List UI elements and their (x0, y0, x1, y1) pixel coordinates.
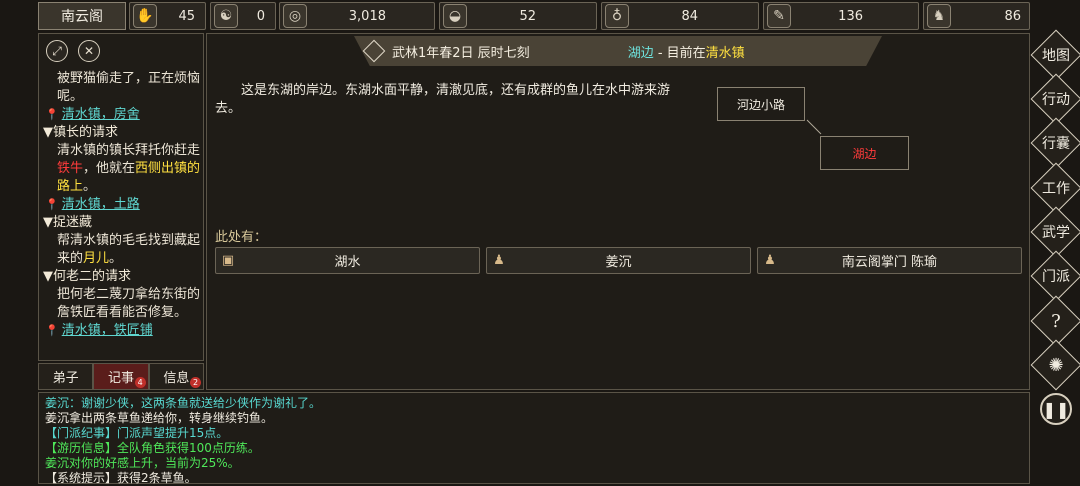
quest-title[interactable]: ▼何老二的请求 (43, 268, 203, 286)
stat-value: 86 (1004, 8, 1021, 24)
gear-icon[interactable]: ✺ (1038, 347, 1074, 383)
quest-body: 把何老二蔑刀拿给东街的詹铁匠看看能否修复。 (57, 287, 201, 320)
box-icon: ▣ (221, 253, 235, 268)
log-line: 【游历信息】全队角色获得100点历练。 (45, 441, 260, 455)
food-bowl-icon: ◒ (443, 4, 467, 28)
map-node-river-path[interactable]: 河边小路 (717, 87, 805, 121)
pause-icon[interactable]: ❚❚ (1040, 393, 1072, 425)
quest-target: 月儿 (83, 251, 110, 266)
tab-events[interactable]: 记事 4 (93, 363, 149, 390)
stat-value: 3,018 (348, 8, 386, 24)
stat-fame[interactable]: ✋ 45 (129, 2, 206, 30)
sect-name-button[interactable]: 南云阁 (38, 2, 126, 30)
quest-location[interactable]: 📍 清水镇，房舍 (43, 106, 203, 124)
expand-icon[interactable]: ⤢ (46, 40, 68, 62)
quest-text: ，他就在 (83, 161, 136, 176)
quest-list[interactable]: 被野猫偷走了，正在烦恼呢。 📍 清水镇，房舍 ▼镇长的请求 清水镇的镇长拜托你赶走… (43, 70, 203, 340)
stat-value: 45 (178, 8, 195, 24)
tab-label: 记事 (107, 371, 134, 386)
quest-text: 。 (83, 179, 97, 194)
close-icon[interactable]: ✕ (78, 40, 100, 62)
quest-location-link[interactable]: 清水镇，房舍 (62, 107, 140, 122)
quest-text: 帮清水镇的毛毛找到藏起来的 (57, 233, 201, 266)
scroll-icon: ✎ (767, 4, 791, 28)
stat-value: 0 (256, 8, 265, 24)
stat-karma[interactable]: ☯ 0 (210, 2, 276, 30)
log-line: 【系统提示】获得2条草鱼。 (45, 471, 197, 485)
main-scene-panel: 武林1年春2日 辰时七刻 湖边 - 目前在 清水镇 这是东湖的岸边。东湖水面平静… (206, 33, 1030, 390)
stat-horses[interactable]: ♞ 86 (923, 2, 1030, 30)
stat-medicine[interactable]: ♁ 84 (601, 2, 759, 30)
horse-icon: ♞ (927, 4, 951, 28)
here-label: 此处有： (215, 230, 268, 245)
quest-location[interactable]: 📍 清水镇，土路 (43, 196, 203, 214)
map-pin-icon: 📍 (45, 198, 59, 211)
right-menu: 地图 行动 行囊 工作 武学 门派 ? ✺ ❚❚ (1030, 29, 1080, 486)
quest-location-link[interactable]: 清水镇，土路 (62, 197, 140, 212)
stat-value: 136 (838, 8, 863, 24)
map-pin-icon: 📍 (45, 108, 59, 121)
entity-name: 姜沉 (605, 255, 632, 270)
location-sep: - 目前在 (653, 45, 706, 61)
stat-value: 52 (519, 8, 536, 24)
entity-lake-water[interactable]: ▣ 湖水 (215, 247, 480, 274)
entity-npc-jiangchen[interactable]: ♟ 姜沉 (486, 247, 751, 274)
date-time: 武林1年春2日 辰时七刻 (392, 45, 530, 61)
quest-title[interactable]: ▼捉迷藏 (43, 214, 203, 232)
gourd-icon: ♁ (605, 4, 629, 28)
quest-location[interactable]: 📍 清水镇，铁匠铺 (43, 322, 203, 340)
entity-npc-chenyu[interactable]: ♟ 南云阁掌门 陈瑜 (757, 247, 1022, 274)
quest-panel: ⤢ ✕ 被野猫偷走了，正在烦恼呢。 📍 清水镇，房舍 ▼镇长的请求 清水镇的镇长拜… (38, 33, 204, 361)
action-button[interactable]: 行动 (1038, 81, 1074, 117)
tab-disciples[interactable]: 弟子 (38, 363, 94, 390)
stat-money[interactable]: ◎ 3,018 (279, 2, 435, 30)
notification-badge: 2 (189, 377, 201, 388)
log-line: 姜沉拿出两条草鱼递给你，转身继续钓鱼。 (45, 411, 274, 425)
entity-name: 南云阁掌门 陈瑜 (841, 255, 938, 270)
martial-arts-button[interactable]: 武学 (1038, 214, 1074, 250)
quest-title[interactable]: ▼镇长的请求 (43, 124, 203, 142)
location-name: 湖边 (627, 45, 654, 61)
quest-body: 清水镇的镇长拜托你赶走铁牛，他就在西侧出镇的路上。 (43, 142, 203, 196)
person-icon: ♟ (493, 253, 505, 268)
tab-label: 信息 (163, 371, 190, 386)
sect-button[interactable]: 门派 (1038, 258, 1074, 294)
log-line: 姜沉对你的好感上升，当前为25%。 (45, 456, 240, 470)
quest-body: 帮清水镇的毛毛找到藏起来的月儿。 (43, 232, 203, 268)
stat-food[interactable]: ◒ 52 (439, 2, 597, 30)
quest-target: 铁牛 (57, 161, 84, 176)
bag-button[interactable]: 行囊 (1038, 125, 1074, 161)
map-pin-icon: 📍 (45, 324, 59, 337)
quest-body: 被野猫偷走了，正在烦恼呢。 (57, 71, 201, 104)
work-button[interactable]: 工作 (1038, 170, 1074, 206)
entity-name: 湖水 (334, 255, 361, 270)
quest-text: 。 (109, 251, 123, 266)
compass-icon (362, 39, 386, 63)
person-icon: ♟ (764, 253, 776, 268)
map-node-current[interactable]: 湖边 (820, 136, 909, 170)
hand-icon: ✋ (133, 4, 157, 28)
message-log[interactable]: 姜沉：谢谢少侠，这两条鱼就送给少侠作为谢礼了。 姜沉拿出两条草鱼递给你，转身继续… (38, 392, 1030, 485)
map-button[interactable]: 地图 (1038, 37, 1074, 73)
log-line: 姜沉：谢谢少侠，这两条鱼就送给少侠作为谢礼了。 (45, 396, 322, 410)
tab-messages[interactable]: 信息 2 (148, 363, 204, 390)
coin-icon: ◎ (283, 4, 307, 28)
scene-description: 这是东湖的岸边。东湖水面平静，清澈见底，还有成群的鱼儿在水中游来游去。 (215, 83, 671, 116)
quest-text: 清水镇的镇长拜托你赶走 (57, 143, 201, 158)
notification-badge: 4 (134, 377, 146, 388)
town-name: 清水镇 (705, 45, 745, 61)
quest-location-link[interactable]: 清水镇，铁匠铺 (62, 323, 153, 338)
tab-label: 弟子 (52, 371, 79, 386)
log-line: 【门派纪事】门派声望提升15点。 (45, 426, 229, 440)
stat-value: 84 (681, 8, 698, 24)
yinyang-icon: ☯ (214, 4, 238, 28)
location-banner: 武林1年春2日 辰时七刻 湖边 - 目前在 清水镇 (354, 36, 882, 66)
left-tabs: 弟子 记事 4 信息 2 (38, 363, 204, 390)
help-icon[interactable]: ? (1038, 303, 1074, 339)
stat-materials[interactable]: ✎ 136 (763, 2, 919, 30)
